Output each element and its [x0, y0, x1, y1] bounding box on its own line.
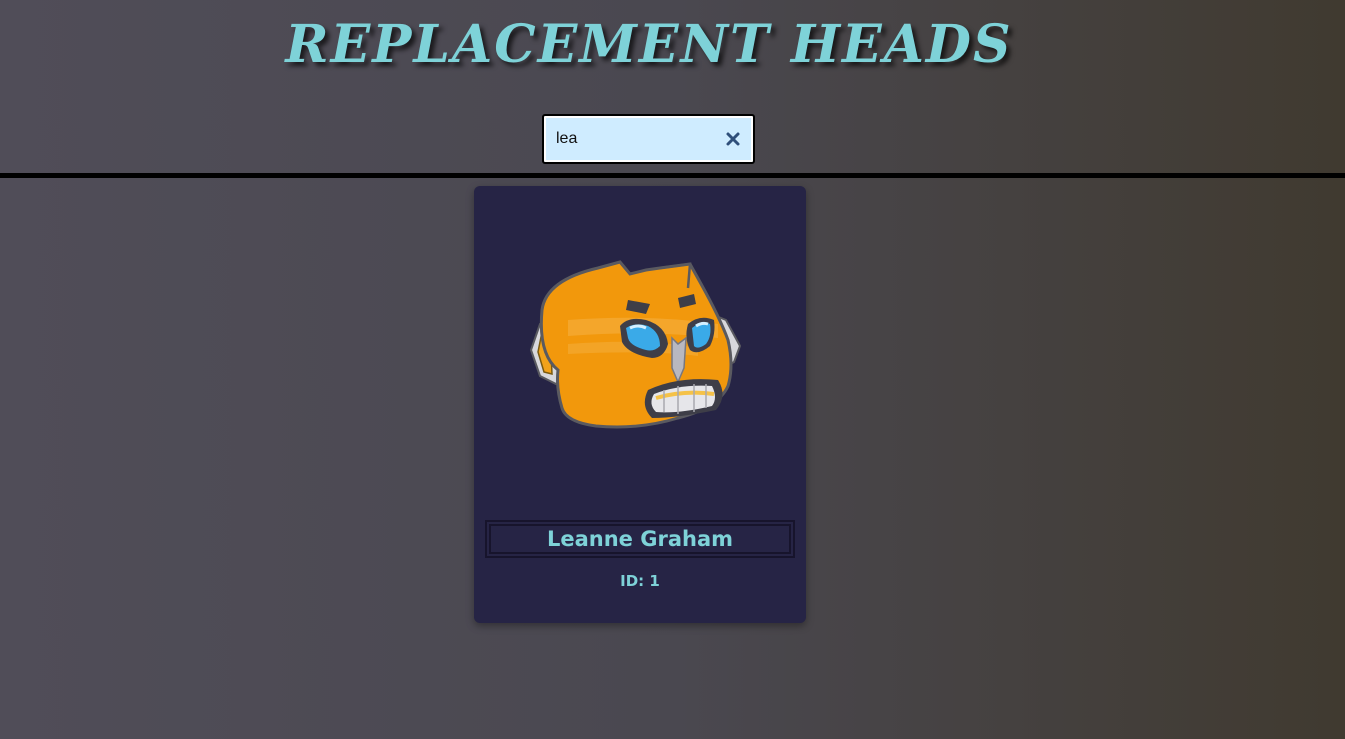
- close-icon[interactable]: [721, 127, 745, 151]
- search-input[interactable]: [548, 120, 726, 158]
- card-name-box: Leanne Graham: [485, 520, 795, 558]
- card-id: ID: 1: [620, 572, 660, 590]
- robot-head-avatar: [529, 260, 742, 429]
- page-title: REPLACEMENT HEADS: [285, 14, 1013, 75]
- header: REPLACEMENT HEADS: [0, 0, 1345, 174]
- robot-card[interactable]: Leanne Graham ID: 1: [474, 186, 806, 623]
- search-box[interactable]: [542, 114, 755, 164]
- card-name: Leanne Graham: [546, 527, 734, 551]
- header-divider: [0, 173, 1345, 178]
